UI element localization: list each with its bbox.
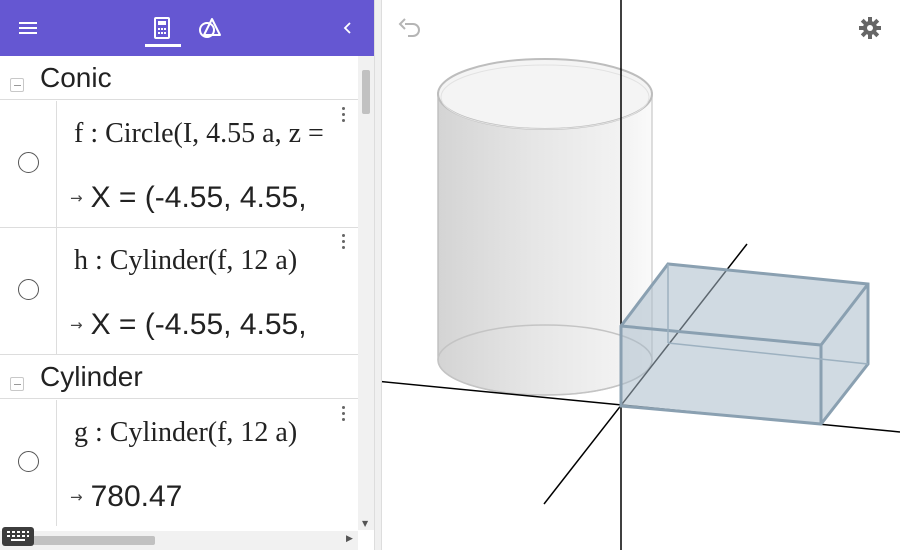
output-arrow-icon: →: [70, 488, 83, 506]
keyboard-button[interactable]: [2, 527, 34, 546]
group-title: Cylinder: [40, 361, 143, 392]
active-tab-indicator: [145, 44, 181, 47]
item-output: → 780.47: [70, 480, 182, 514]
output-arrow-icon: →: [70, 316, 83, 334]
more-options-icon[interactable]: [337, 105, 351, 125]
item-output-value: 780.47: [90, 480, 183, 513]
item-definition[interactable]: f : Circle(I, 4.55 a, z =: [74, 118, 324, 150]
group-header-conic: Conic: [0, 56, 358, 100]
algebra-panel: Conic f : Circle(I, 4.55 a, z = → X = (-…: [0, 0, 374, 550]
algebra-item-f[interactable]: f : Circle(I, 4.55 a, z = → X = (-4.55, …: [0, 101, 358, 228]
hamburger-menu-icon: [19, 22, 37, 34]
output-arrow-icon: →: [70, 189, 83, 207]
item-output-value: X = (-4.55, 4.55,: [90, 308, 307, 341]
chevron-left-icon: [343, 22, 351, 34]
more-options-icon[interactable]: [337, 232, 351, 252]
algebra-item-h[interactable]: h : Cylinder(f, 12 a) → X = (-4.55, 4.55…: [0, 228, 358, 355]
tab-algebra[interactable]: [140, 0, 184, 56]
settings-button[interactable]: [856, 14, 884, 42]
item-definition[interactable]: h : Cylinder(f, 12 a): [74, 245, 297, 277]
scroll-down-arrow-icon[interactable]: ▼: [362, 519, 368, 528]
marble-cell: [0, 101, 57, 227]
vertical-scrollbar[interactable]: ▼: [358, 56, 374, 530]
visibility-toggle[interactable]: [18, 279, 39, 300]
algebra-item-g[interactable]: g : Cylinder(f, 12 a) → 780.47: [0, 400, 358, 526]
item-output: → X = (-4.55, 4.55,: [70, 181, 307, 215]
visibility-toggle[interactable]: [18, 152, 39, 173]
menu-button[interactable]: [8, 0, 48, 56]
vertical-scrollbar-thumb[interactable]: [362, 70, 370, 114]
group-title: Conic: [40, 62, 112, 93]
collapse-panel-button[interactable]: [330, 0, 366, 56]
geometry-tools-icon: [199, 18, 221, 38]
calculator-icon: [154, 17, 170, 39]
scroll-right-arrow-icon[interactable]: ▶: [346, 534, 353, 544]
graphics-3d-view[interactable]: [382, 0, 900, 550]
panel-divider[interactable]: [374, 0, 382, 550]
item-output: → X = (-4.55, 4.55,: [70, 308, 307, 342]
undo-icon: [398, 18, 420, 37]
gear-icon: [859, 17, 881, 39]
group-collapse-toggle[interactable]: [10, 78, 24, 92]
marble-cell: [0, 228, 57, 354]
marble-cell: [0, 400, 57, 526]
tab-tools[interactable]: [190, 0, 230, 56]
visibility-toggle[interactable]: [18, 451, 39, 472]
group-header-cylinder: Cylinder: [0, 355, 358, 399]
box-prism[interactable]: [619, 262, 870, 426]
horizontal-scrollbar[interactable]: ▶: [0, 531, 358, 550]
more-options-icon[interactable]: [337, 404, 351, 424]
keyboard-icon: [7, 531, 29, 541]
algebra-toolbar: [0, 0, 374, 56]
undo-button[interactable]: [396, 14, 424, 42]
group-collapse-toggle[interactable]: [10, 377, 24, 391]
3d-scene[interactable]: [382, 0, 900, 550]
item-definition[interactable]: g : Cylinder(f, 12 a): [74, 417, 297, 449]
algebra-list: Conic f : Circle(I, 4.55 a, z = → X = (-…: [0, 56, 358, 526]
item-output-value: X = (-4.55, 4.55,: [90, 181, 307, 214]
